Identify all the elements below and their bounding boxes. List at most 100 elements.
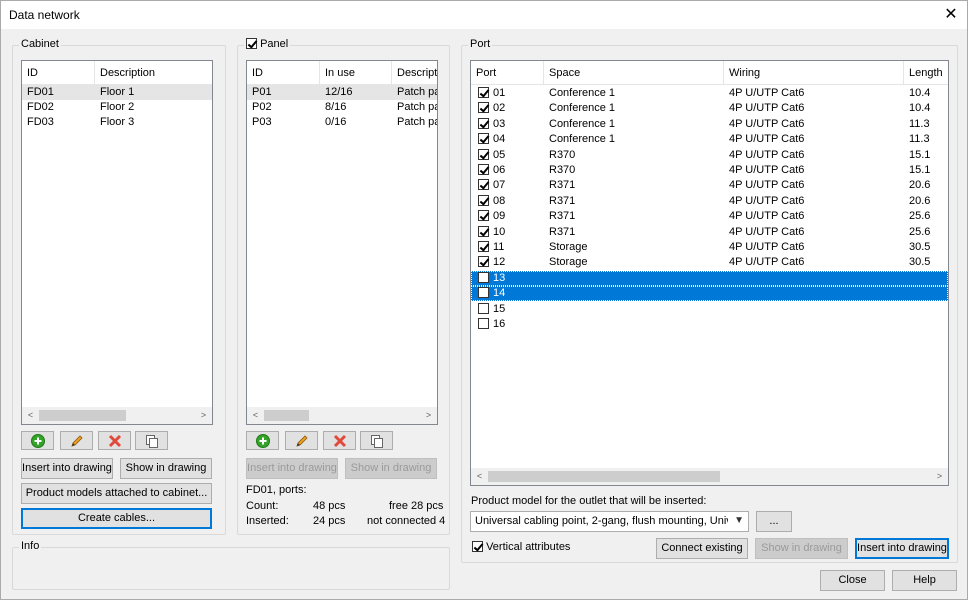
port-checkbox[interactable]	[478, 241, 489, 252]
port-checkbox[interactable]	[478, 133, 489, 145]
cabinet-edit-button[interactable]	[60, 431, 93, 450]
panel-list[interactable]: ID In use Description P01 12/16 Patch pane…	[246, 60, 438, 425]
cabinet-add-button[interactable]	[21, 431, 54, 450]
table-row[interactable]: 07 R371 4P U/UTP Cat6 20.6	[471, 178, 948, 193]
port-checkbox[interactable]	[478, 148, 489, 160]
table-row[interactable]: 03 Conference 1 4P U/UTP Cat6 11.3	[471, 117, 948, 132]
scroll-right-icon[interactable]: >	[931, 468, 948, 485]
port-hscroll[interactable]: < >	[471, 468, 948, 485]
cell-space: R371	[549, 210, 576, 223]
panel-edit-button[interactable]	[285, 431, 318, 450]
table-row[interactable]: P03 0/16 Patch panel	[247, 115, 437, 130]
table-row[interactable]: 14	[471, 286, 948, 302]
table-row[interactable]: 04 Conference 1 4P U/UTP Cat6 11.3	[471, 132, 948, 147]
panel-insert-button[interactable]: Insert into drawing	[246, 458, 338, 479]
panel-delete-button[interactable]	[323, 431, 356, 450]
table-row[interactable]: 11 Storage 4P U/UTP Cat6 30.5	[471, 240, 948, 255]
table-row[interactable]: 02 Conference 1 4P U/UTP Cat6 10.4	[471, 101, 948, 116]
cell-wiring	[724, 271, 904, 286]
table-row[interactable]: 08 R371 4P U/UTP Cat6 20.6	[471, 194, 948, 209]
port-checkbox[interactable]	[478, 164, 489, 175]
port-checkbox[interactable]	[478, 117, 489, 129]
column-header-description[interactable]: Description	[95, 61, 212, 85]
port-checkbox[interactable]	[478, 302, 489, 314]
panel-checkbox[interactable]	[246, 38, 257, 49]
cell-wiring: 4P U/UTP Cat6	[729, 225, 805, 238]
port-checkbox[interactable]	[478, 87, 489, 98]
create-cables-button[interactable]: Create cables...	[21, 508, 212, 529]
product-model-select[interactable]: Universal cabling point, 2-gang, flush m…	[470, 511, 749, 532]
port-checkbox[interactable]	[478, 179, 489, 191]
cabinet-delete-button[interactable]	[98, 431, 131, 450]
cell-wiring	[724, 286, 904, 301]
scroll-thumb[interactable]	[488, 471, 720, 482]
scroll-right-icon[interactable]: >	[195, 407, 212, 424]
cell-id: FD03	[27, 116, 54, 128]
close-window-icon[interactable]: ✕	[941, 5, 961, 25]
cell-port: 10	[474, 225, 544, 240]
browse-product-model-button[interactable]: ...	[756, 511, 792, 532]
column-header-in-use[interactable]: In use	[320, 61, 392, 85]
product-model-value: Universal cabling point, 2-gang, flush m…	[475, 515, 728, 527]
port-checkbox[interactable]	[478, 318, 489, 329]
close-button[interactable]: Close	[820, 570, 885, 591]
connect-existing-button[interactable]: Connect existing	[656, 538, 748, 559]
inserted-label: Inserted:	[246, 515, 289, 527]
scroll-left-icon[interactable]: <	[22, 407, 39, 424]
table-row[interactable]: FD03 Floor 3	[22, 115, 212, 130]
help-button[interactable]: Help	[892, 570, 957, 591]
table-row[interactable]: 13	[471, 270, 948, 286]
table-row[interactable]: 15	[471, 302, 948, 317]
table-row[interactable]: 09 R371 4P U/UTP Cat6 25.6	[471, 209, 948, 224]
port-insert-button[interactable]: Insert into drawing	[855, 538, 949, 559]
cabinet-copy-button[interactable]	[135, 431, 168, 450]
panel-hscroll[interactable]: < >	[247, 407, 437, 424]
vertical-attributes-option[interactable]: Vertical attributes	[472, 541, 570, 553]
cabinet-insert-button[interactable]: Insert into drawing	[21, 458, 113, 479]
cabinet-show-button[interactable]: Show in drawing	[120, 458, 212, 479]
table-row[interactable]: FD02 Floor 2	[22, 100, 212, 115]
vertical-attributes-checkbox[interactable]	[472, 541, 483, 552]
port-list[interactable]: Port Space Wiring Length 01 Conference 1 4…	[470, 60, 949, 486]
panel-add-button[interactable]	[246, 431, 279, 450]
port-checkbox[interactable]	[478, 256, 489, 268]
port-number: 02	[493, 102, 506, 115]
port-show-button[interactable]: Show in drawing	[755, 538, 848, 559]
table-row[interactable]: 12 Storage 4P U/UTP Cat6 30.5	[471, 255, 948, 270]
column-header-space[interactable]: Space	[544, 61, 724, 85]
scroll-left-icon[interactable]: <	[247, 407, 264, 424]
port-checkbox[interactable]	[478, 287, 489, 299]
port-checkbox[interactable]	[478, 194, 489, 206]
table-row[interactable]: P01 12/16 Patch panel	[247, 85, 437, 100]
table-row[interactable]: 06 R370 4P U/UTP Cat6 15.1	[471, 163, 948, 178]
port-checkbox[interactable]	[478, 225, 489, 237]
cabinet-list[interactable]: ID Description FD01 Floor 1 FD02 Floor 2 FD0…	[21, 60, 213, 425]
cell-space: Storage	[549, 241, 588, 253]
table-row[interactable]: 10 R371 4P U/UTP Cat6 25.6	[471, 225, 948, 240]
column-header-id[interactable]: ID	[247, 61, 320, 85]
table-row[interactable]: FD01 Floor 1	[22, 85, 212, 100]
column-header-port[interactable]: Port	[471, 61, 544, 85]
table-row[interactable]: 05 R370 4P U/UTP Cat6 15.1	[471, 148, 948, 163]
scroll-left-icon[interactable]: <	[471, 468, 488, 485]
scroll-thumb[interactable]	[39, 410, 126, 421]
cell-length: 30.5	[909, 241, 931, 253]
port-checkbox[interactable]	[478, 102, 489, 114]
cabinet-hscroll[interactable]: < >	[22, 407, 212, 424]
column-header-wiring[interactable]: Wiring	[724, 61, 904, 85]
add-icon	[256, 434, 270, 448]
table-row[interactable]: P02 8/16 Patch panel	[247, 100, 437, 115]
port-checkbox[interactable]	[478, 271, 489, 283]
scroll-right-icon[interactable]: >	[420, 407, 437, 424]
table-row[interactable]: 16	[471, 317, 948, 332]
panel-copy-button[interactable]	[360, 431, 393, 450]
panel-show-button[interactable]: Show in drawing	[345, 458, 437, 479]
product-models-button[interactable]: Product models attached to cabinet...	[21, 483, 212, 504]
column-header-length[interactable]: Length	[904, 61, 948, 85]
cell-length: 20.6	[909, 179, 931, 192]
column-header-id[interactable]: ID	[22, 61, 95, 85]
column-header-description[interactable]: Description	[392, 61, 437, 85]
table-row[interactable]: 01 Conference 1 4P U/UTP Cat6 10.4	[471, 86, 948, 101]
port-checkbox[interactable]	[478, 210, 489, 222]
scroll-thumb[interactable]	[264, 410, 309, 421]
